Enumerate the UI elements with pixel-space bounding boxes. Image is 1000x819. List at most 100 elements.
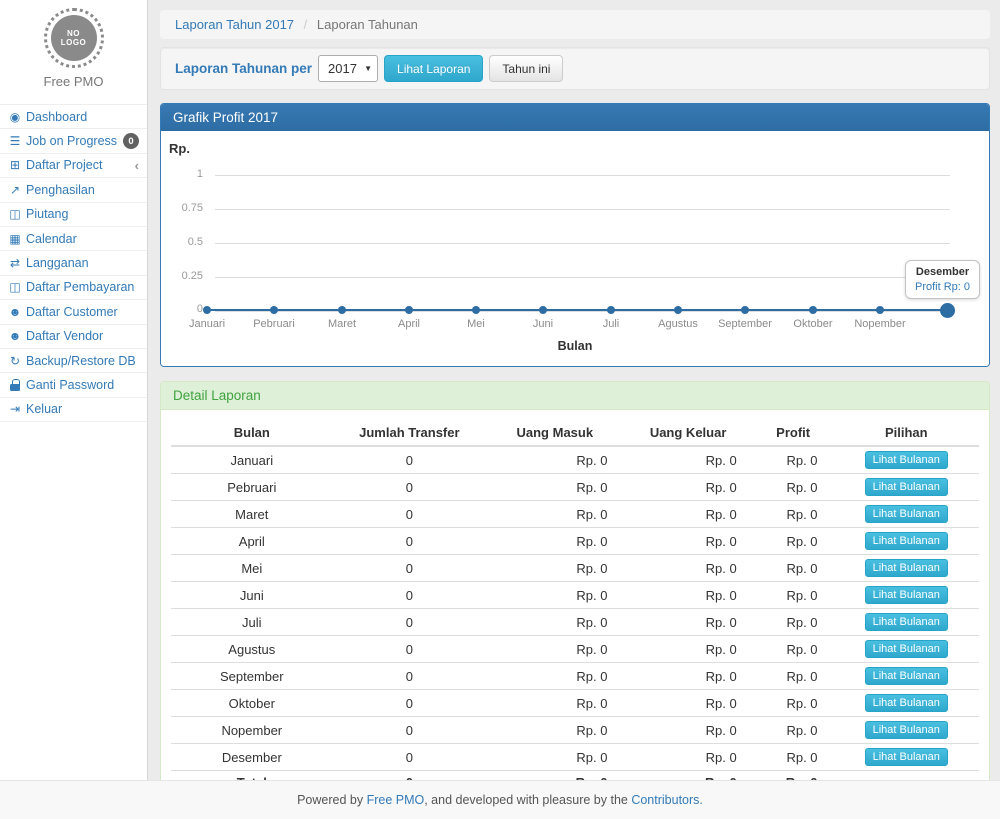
sidebar-item-backup-restore-db[interactable]: ↻ Backup/Restore DB bbox=[0, 349, 147, 373]
lihat-bulanan-button[interactable]: Lihat Bulanan bbox=[865, 559, 948, 577]
cell-uang-masuk: Rp. 0 bbox=[486, 744, 623, 771]
sidebar-item-job-on-progress[interactable]: ☰ Job on Progress 0 bbox=[0, 129, 147, 153]
breadcrumb-link-laporan-tahun[interactable]: Laporan Tahun 2017 bbox=[175, 17, 294, 32]
sidebar-item-label: Backup/Restore DB bbox=[26, 354, 139, 368]
sign-out-icon: ⇥ bbox=[7, 402, 23, 416]
cell-uang-masuk: Rp. 0 bbox=[486, 690, 623, 717]
year-select[interactable]: 2017 bbox=[318, 55, 378, 82]
lihat-bulanan-button[interactable]: Lihat Bulanan bbox=[865, 694, 948, 712]
x-axis-label: September bbox=[718, 318, 772, 330]
footer: Powered by Free PMO, and developed with … bbox=[0, 780, 1000, 819]
table-row: Oktober 0 Rp. 0 Rp. 0 Rp. 0 Lihat Bulana… bbox=[171, 690, 979, 717]
sidebar-item-calendar[interactable]: ▦ Calendar bbox=[0, 227, 147, 251]
chart-point[interactable] bbox=[539, 306, 547, 314]
lihat-bulanan-button[interactable]: Lihat Bulanan bbox=[865, 721, 948, 739]
lihat-bulanan-button[interactable]: Lihat Bulanan bbox=[865, 748, 948, 766]
chart-point[interactable] bbox=[472, 306, 480, 314]
lihat-bulanan-button[interactable]: Lihat Bulanan bbox=[865, 505, 948, 523]
cell-uang-keluar: Rp. 0 bbox=[623, 663, 752, 690]
breadcrumb-current: Laporan Tahunan bbox=[317, 17, 418, 32]
chart-point[interactable] bbox=[876, 306, 884, 314]
logo-line2: LOGO bbox=[61, 38, 87, 47]
table-row: Maret 0 Rp. 0 Rp. 0 Rp. 0 Lihat Bulanan bbox=[171, 501, 979, 528]
money-icon: ◫ bbox=[7, 207, 23, 221]
lihat-bulanan-button[interactable]: Lihat Bulanan bbox=[865, 667, 948, 685]
chart-point[interactable] bbox=[338, 306, 346, 314]
lihat-bulanan-button[interactable]: Lihat Bulanan bbox=[865, 640, 948, 658]
chart-point[interactable] bbox=[809, 306, 817, 314]
chart-point[interactable] bbox=[741, 306, 749, 314]
lihat-bulanan-button[interactable]: Lihat Bulanan bbox=[865, 451, 948, 469]
cell-uang-masuk: Rp. 0 bbox=[486, 501, 623, 528]
gridline bbox=[215, 311, 950, 312]
brand-name: Free PMO bbox=[0, 74, 147, 89]
cell-uang-masuk: Rp. 0 bbox=[486, 474, 623, 501]
cell-uang-keluar: Rp. 0 bbox=[623, 717, 752, 744]
footer-middle-text: , and developed with pleasure by the bbox=[424, 793, 631, 807]
cell-jumlah-transfer: 0 bbox=[333, 528, 487, 555]
cell-bulan: Pebruari bbox=[171, 474, 333, 501]
chart-point[interactable] bbox=[203, 306, 211, 314]
y-axis-title: Rp. bbox=[169, 141, 190, 156]
sidebar-item-label: Daftar Customer bbox=[26, 305, 139, 319]
footer-text: Powered by Free PMO, and developed with … bbox=[297, 793, 703, 807]
sidebar-item-label: Job on Progress bbox=[26, 134, 123, 148]
sidebar-item-daftar-project[interactable]: ⊞ Daftar Project ‹ bbox=[0, 154, 147, 178]
no-logo-badge: NO LOGO bbox=[51, 15, 97, 61]
footer-link-contributors[interactable]: Contributors. bbox=[631, 793, 703, 807]
sidebar-item-label: Langganan bbox=[26, 256, 139, 270]
tooltip-value: Profit Rp: 0 bbox=[915, 281, 970, 293]
sidebar-item-keluar[interactable]: ⇥ Keluar bbox=[0, 398, 147, 422]
lihat-bulanan-button[interactable]: Lihat Bulanan bbox=[865, 532, 948, 550]
x-axis-label: April bbox=[398, 318, 420, 330]
cell-jumlah-transfer: 0 bbox=[333, 744, 487, 771]
cell-profit: Rp. 0 bbox=[753, 609, 834, 636]
cell-bulan: Oktober bbox=[171, 690, 333, 717]
sidebar-item-langganan[interactable]: ⇄ Langganan bbox=[0, 251, 147, 275]
table-row: April 0 Rp. 0 Rp. 0 Rp. 0 Lihat Bulanan bbox=[171, 528, 979, 555]
lihat-bulanan-button[interactable]: Lihat Bulanan bbox=[865, 613, 948, 631]
lihat-bulanan-button[interactable]: Lihat Bulanan bbox=[865, 586, 948, 604]
cell-bulan: Maret bbox=[171, 501, 333, 528]
table-row: Juni 0 Rp. 0 Rp. 0 Rp. 0 Lihat Bulanan bbox=[171, 582, 979, 609]
footer-link-free-pmo[interactable]: Free PMO bbox=[367, 793, 425, 807]
sidebar-item-daftar-vendor[interactable]: ☻ Daftar Vendor bbox=[0, 325, 147, 349]
logo-line1: NO bbox=[67, 29, 80, 38]
chart-point-active[interactable] bbox=[940, 303, 955, 318]
cell-jumlah-transfer: 0 bbox=[333, 582, 487, 609]
sidebar: NO LOGO Free PMO ◉ Dashboard ☰ Job on Pr… bbox=[0, 0, 148, 780]
sidebar-item-penghasilan[interactable]: ↗ Penghasilan bbox=[0, 178, 147, 202]
cell-jumlah-transfer: 0 bbox=[333, 663, 487, 690]
cell-uang-masuk: Rp. 0 bbox=[486, 446, 623, 474]
lihat-laporan-button[interactable]: Lihat Laporan bbox=[384, 55, 483, 82]
col-bulan: Bulan bbox=[171, 420, 333, 446]
sidebar-item-piutang[interactable]: ◫ Piutang bbox=[0, 203, 147, 227]
chart-point[interactable] bbox=[674, 306, 682, 314]
cell-jumlah-transfer: 0 bbox=[333, 609, 487, 636]
col-uang-keluar: Uang Keluar bbox=[623, 420, 752, 446]
table-icon: ⊞ bbox=[7, 158, 23, 172]
chart-point[interactable] bbox=[270, 306, 278, 314]
toolbar-label: Laporan Tahunan per bbox=[175, 61, 312, 76]
sidebar-item-label: Daftar Pembayaran bbox=[26, 280, 139, 294]
cell-uang-keluar: Rp. 0 bbox=[623, 501, 752, 528]
chart-point[interactable] bbox=[607, 306, 615, 314]
sidebar-item-dashboard[interactable]: ◉ Dashboard bbox=[0, 105, 147, 129]
tahun-ini-button[interactable]: Tahun ini bbox=[489, 55, 563, 82]
cell-uang-masuk: Rp. 0 bbox=[486, 609, 623, 636]
calendar-icon: ▦ bbox=[7, 232, 23, 246]
sidebar-item-ganti-password[interactable]: Ganti Password bbox=[0, 373, 147, 397]
x-axis-label: Agustus bbox=[658, 318, 698, 330]
retweet-icon: ⇄ bbox=[7, 256, 23, 270]
cell-jumlah-transfer: 0 bbox=[333, 717, 487, 744]
sidebar-item-label: Keluar bbox=[26, 402, 139, 416]
report-toolbar: Laporan Tahunan per 2017 ▼ Lihat Laporan… bbox=[160, 47, 990, 90]
sidebar-item-daftar-pembayaran[interactable]: ◫ Daftar Pembayaran bbox=[0, 276, 147, 300]
cell-bulan: Juli bbox=[171, 609, 333, 636]
x-axis-label: Pebruari bbox=[253, 318, 295, 330]
lihat-bulanan-button[interactable]: Lihat Bulanan bbox=[865, 478, 948, 496]
cell-bulan: Agustus bbox=[171, 636, 333, 663]
breadcrumb-separator: / bbox=[304, 17, 308, 32]
chart-point[interactable] bbox=[405, 306, 413, 314]
sidebar-item-daftar-customer[interactable]: ☻ Daftar Customer bbox=[0, 300, 147, 324]
